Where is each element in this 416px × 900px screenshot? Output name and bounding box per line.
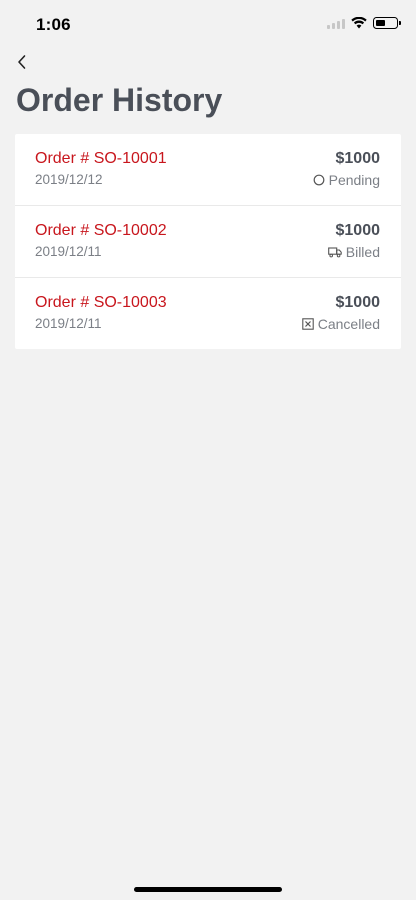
battery-icon — [373, 17, 401, 29]
order-history-screen: 1:06 Order History Order # SO-10001 2019… — [0, 0, 416, 900]
page-title: Order History — [16, 82, 223, 118]
status-time: 1:06 — [36, 15, 71, 34]
home-indicator[interactable] — [134, 887, 282, 892]
back-button[interactable] — [10, 50, 34, 74]
truck-icon — [327, 246, 342, 257]
order-status-label: Billed — [345, 244, 380, 260]
order-amount: $1000 — [335, 150, 381, 167]
order-date: 2019/12/11 — [35, 316, 102, 331]
order-status: Pending — [313, 172, 380, 188]
order-number: Order # SO-10001 — [35, 150, 167, 167]
order-row[interactable]: Order # SO-10001 2019/12/12 $1000 Pendin… — [15, 134, 401, 206]
order-row[interactable]: Order # SO-10003 2019/12/11 $1000 Cancel… — [15, 278, 401, 349]
wifi-icon — [351, 17, 367, 29]
order-number: Order # SO-10003 — [35, 294, 167, 311]
order-amount: $1000 — [335, 222, 381, 239]
cellular-signal-icon — [327, 18, 345, 29]
status-icons — [327, 16, 401, 30]
order-status-label: Pending — [328, 172, 380, 188]
order-date: 2019/12/12 — [35, 172, 103, 187]
order-amount: $1000 — [335, 294, 381, 311]
chevron-left-icon — [18, 55, 26, 69]
circle-icon — [313, 174, 325, 186]
order-row[interactable]: Order # SO-10002 2019/12/11 $1000 Billed — [15, 206, 401, 278]
order-status: Cancelled — [301, 316, 380, 332]
order-status-label: Cancelled — [317, 316, 380, 332]
cancel-box-icon — [301, 318, 314, 330]
order-status: Billed — [327, 244, 380, 260]
status-bar: 1:06 — [0, 0, 416, 48]
order-number: Order # SO-10002 — [35, 222, 167, 239]
order-date: 2019/12/11 — [35, 244, 102, 259]
order-list: Order # SO-10001 2019/12/12 $1000 Pendin… — [15, 134, 401, 349]
